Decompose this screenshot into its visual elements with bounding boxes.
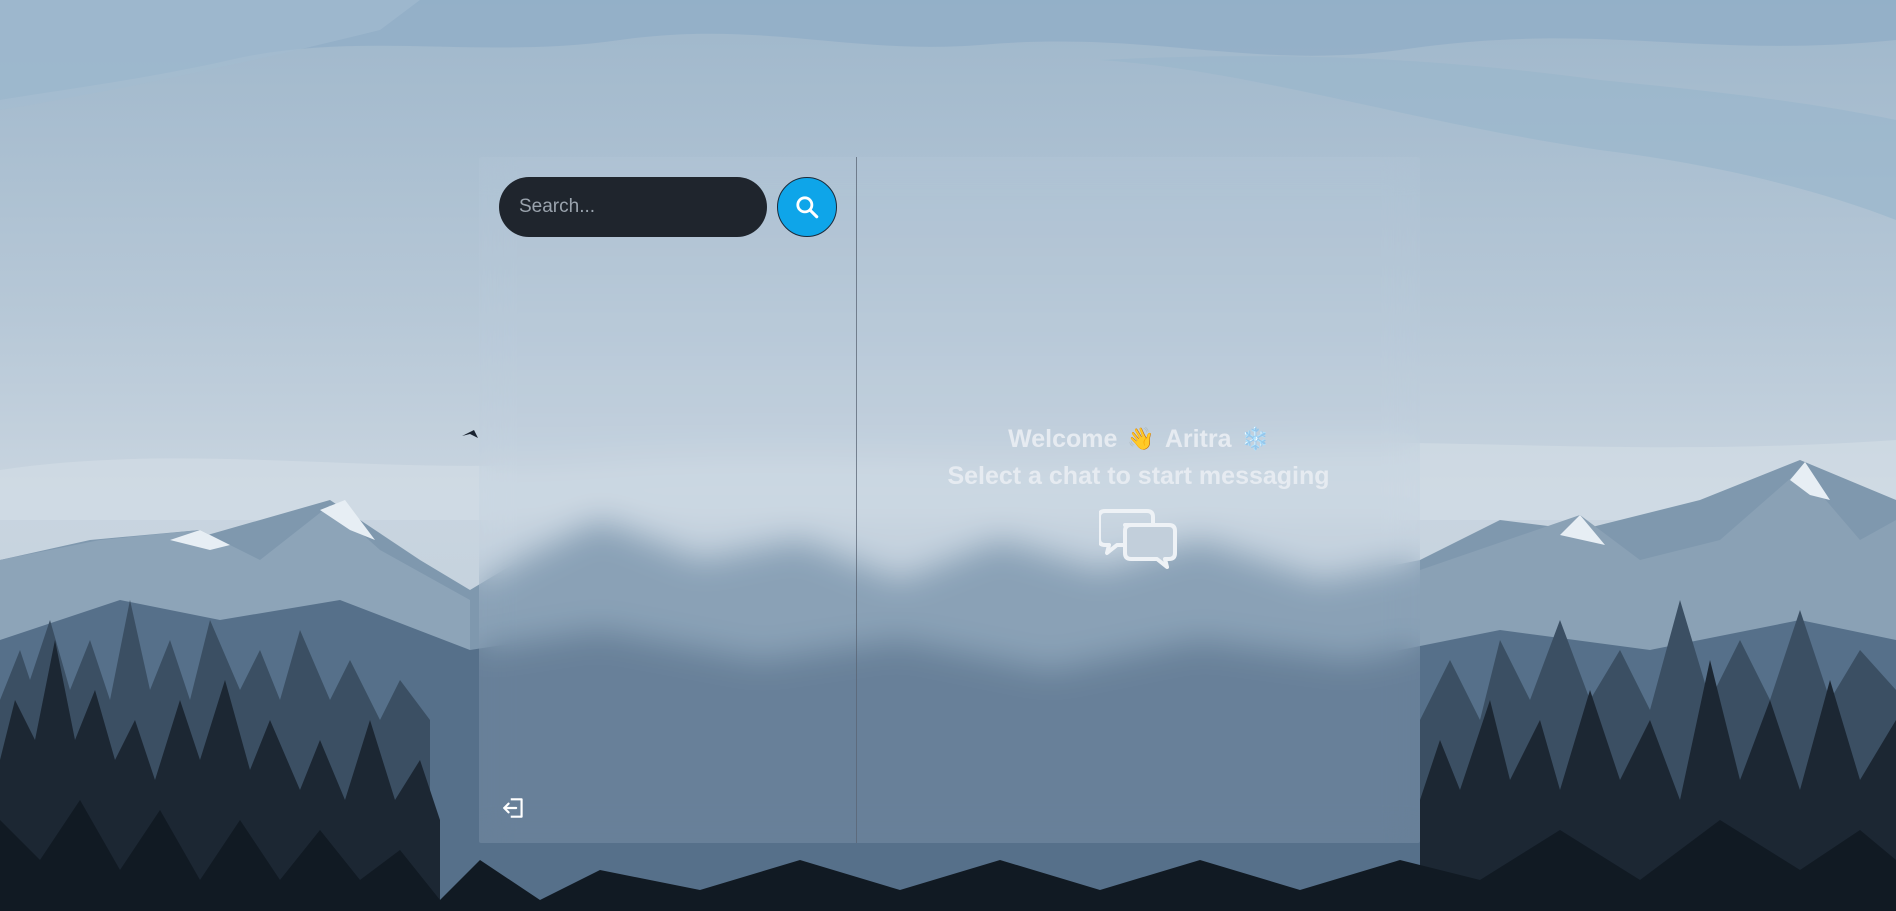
- wave-emoji: 👋: [1127, 426, 1155, 451]
- sidebar: [479, 157, 857, 843]
- logout-button[interactable]: [499, 793, 529, 823]
- search-input[interactable]: [499, 177, 767, 237]
- chat-app-card: Welcome 👋 Aritra ❄️ Select a chat to sta…: [479, 157, 1420, 843]
- app-root: Welcome 👋 Aritra ❄️ Select a chat to sta…: [0, 0, 1896, 911]
- no-chat-selected: Welcome 👋 Aritra ❄️ Select a chat to sta…: [947, 425, 1330, 576]
- search-form: [499, 177, 837, 237]
- search-button[interactable]: [777, 177, 837, 237]
- search-icon: [794, 194, 820, 220]
- logout-icon: [501, 795, 527, 821]
- welcome-heading: Welcome 👋 Aritra ❄️: [1008, 425, 1269, 454]
- snowflake-emoji: ❄️: [1241, 426, 1269, 451]
- welcome-greeting: Welcome: [1008, 424, 1118, 453]
- chat-bubbles-icon: [1096, 507, 1179, 576]
- welcome-subtitle: Select a chat to start messaging: [947, 461, 1330, 490]
- welcome-user-name: Aritra: [1164, 424, 1232, 453]
- message-panel: Welcome 👋 Aritra ❄️ Select a chat to sta…: [857, 157, 1420, 843]
